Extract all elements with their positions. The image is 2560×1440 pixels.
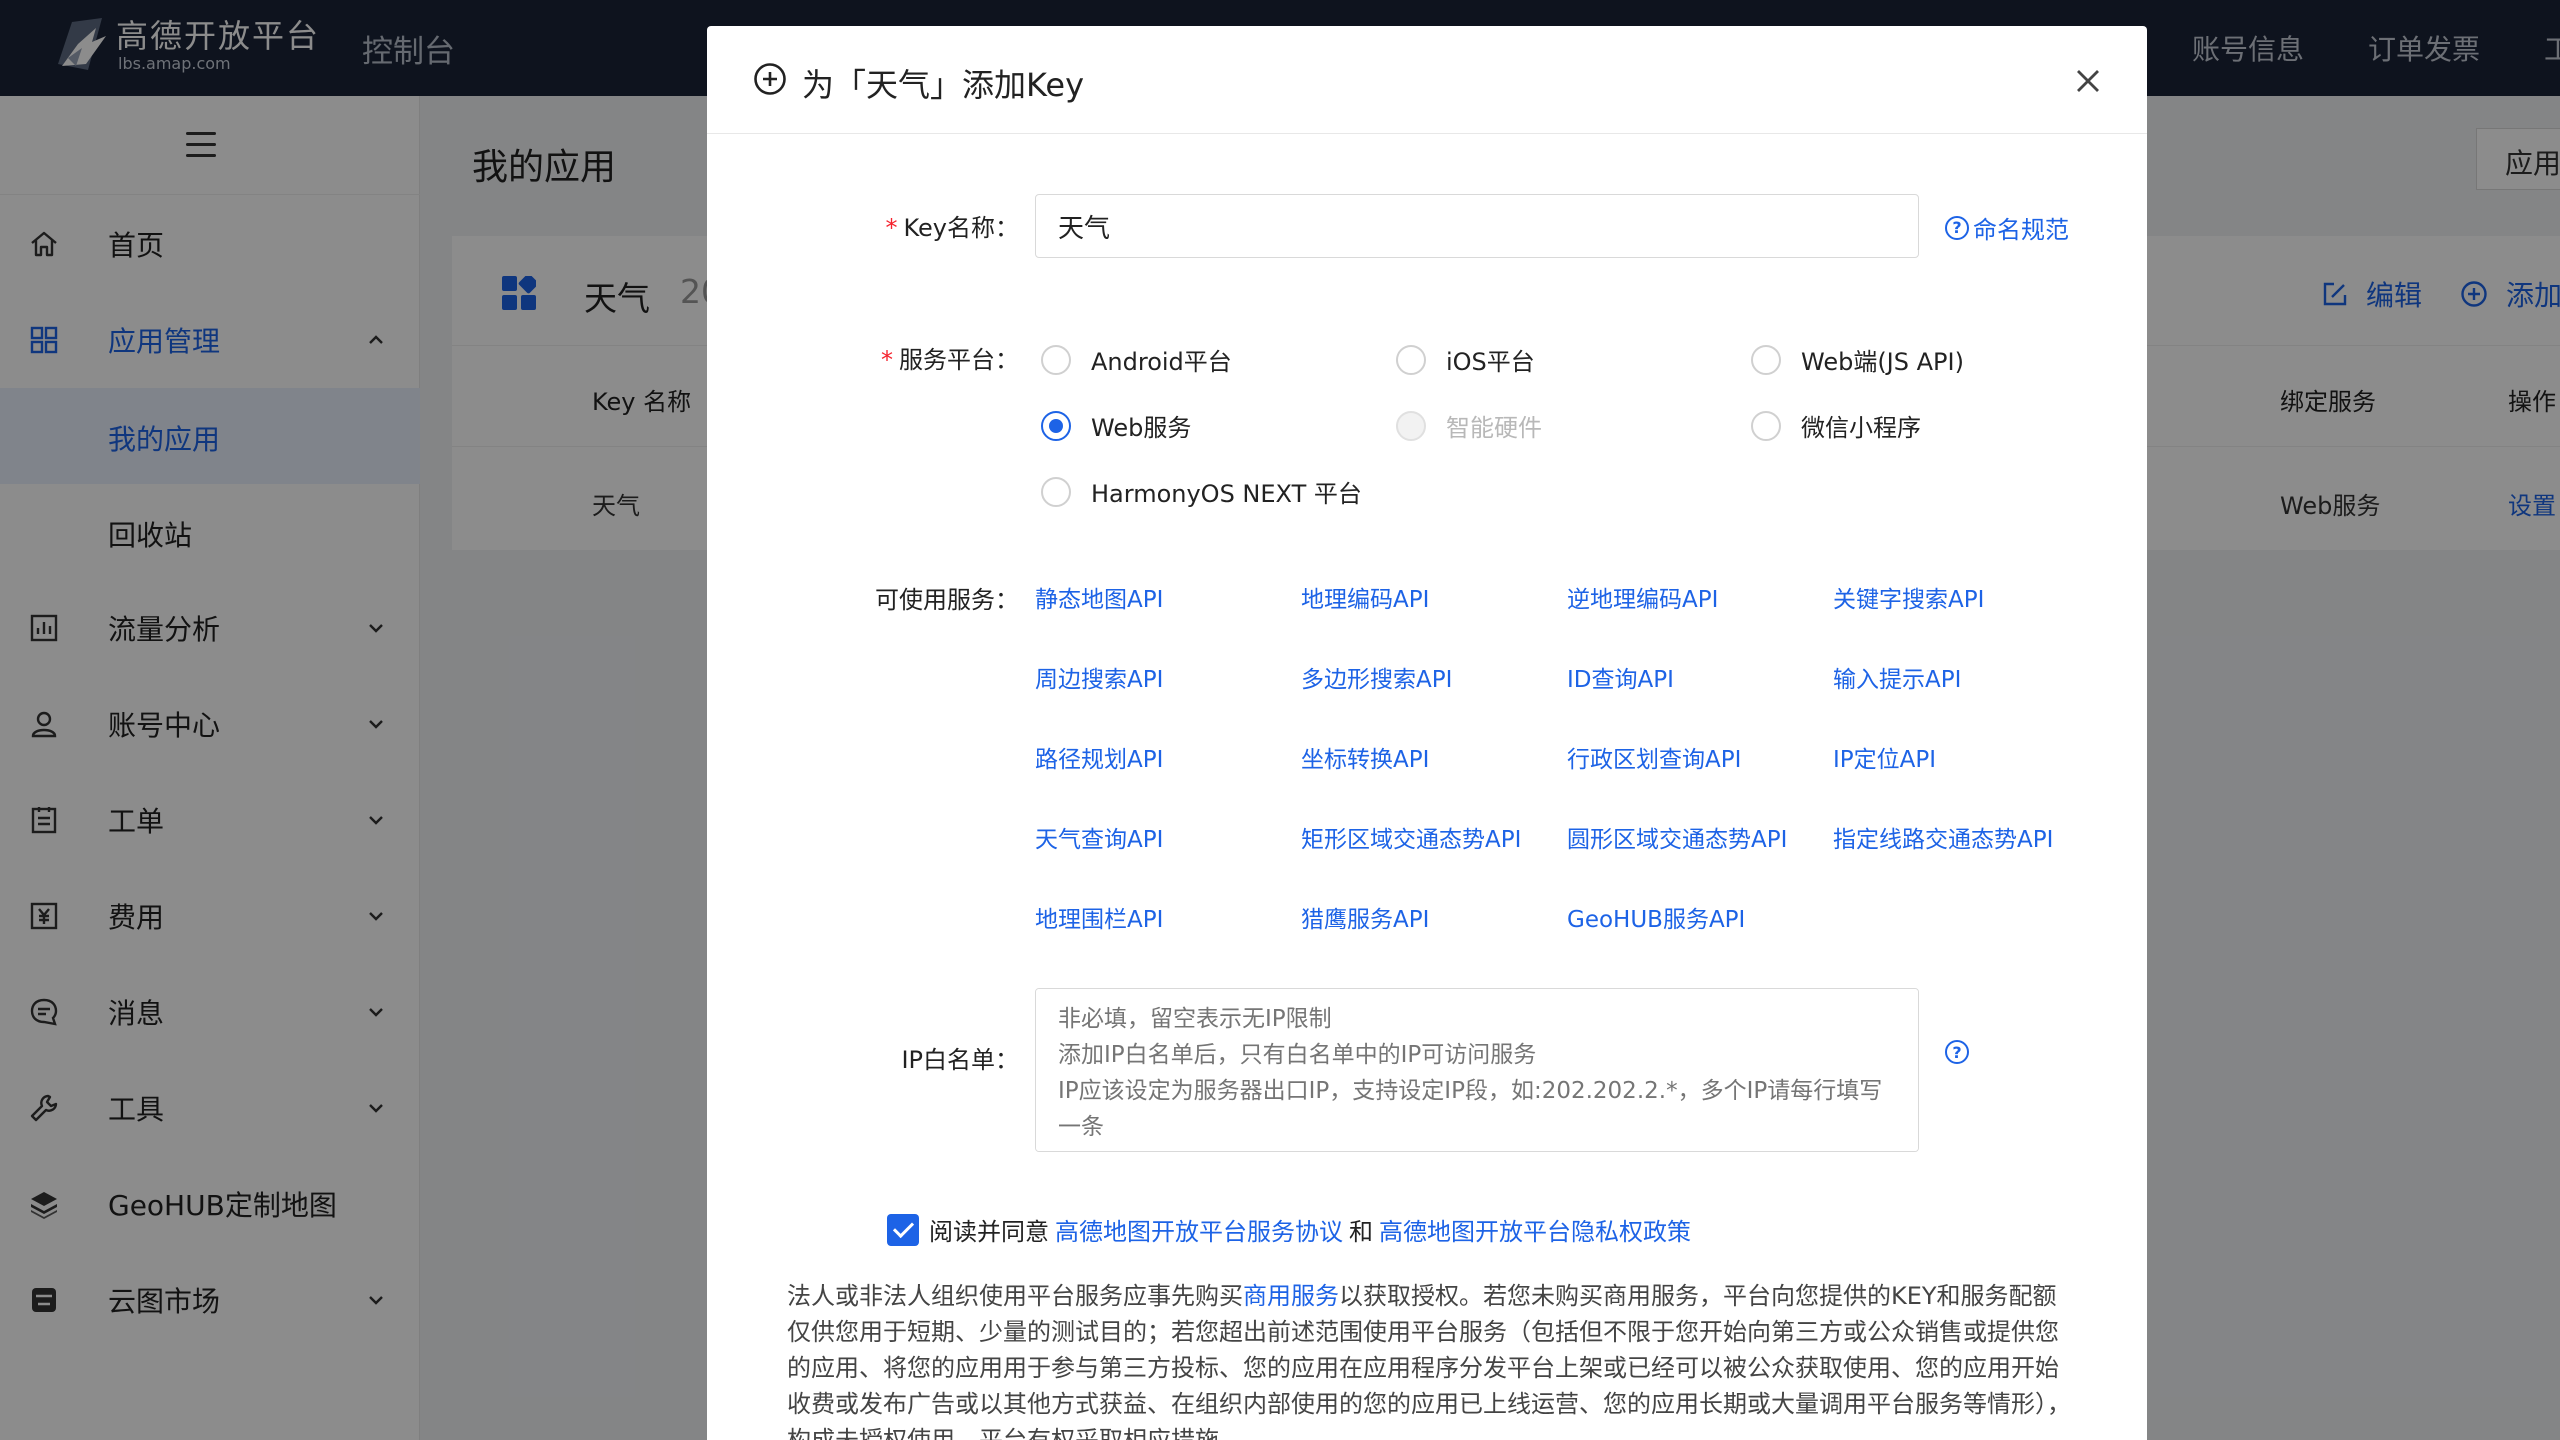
radio-smart-hardware: 智能硬件 bbox=[1396, 408, 1542, 443]
service-agreement-link[interactable]: 高德地图开放平台服务协议 bbox=[1055, 1212, 1343, 1247]
service-link[interactable]: 静态地图API bbox=[1035, 580, 1163, 614]
ip-whitelist-label: IP白名单： bbox=[901, 1046, 1019, 1074]
service-link[interactable]: ID查询API bbox=[1567, 660, 1674, 694]
service-link[interactable]: 天气查询API bbox=[1035, 820, 1163, 854]
radio-wechat-mini-program[interactable]: 微信小程序 bbox=[1751, 408, 1921, 443]
service-link[interactable]: GeoHUB服务API bbox=[1567, 900, 1745, 934]
radio-android[interactable]: Android平台 bbox=[1041, 342, 1232, 377]
radio-circle bbox=[1396, 344, 1426, 375]
radio-circle bbox=[1041, 344, 1071, 375]
radio-circle bbox=[1751, 410, 1781, 441]
platform-label: * 服务平台： bbox=[881, 346, 1019, 374]
dialog-title: 为「天气」添加Key bbox=[802, 66, 1085, 104]
service-link[interactable]: 指定线路交通态势API bbox=[1833, 820, 2053, 854]
service-link[interactable]: 输入提示API bbox=[1833, 660, 1961, 694]
service-link[interactable]: 圆形区域交通态势API bbox=[1567, 820, 1787, 854]
required-mark: * bbox=[885, 214, 898, 242]
service-link[interactable]: IP定位API bbox=[1833, 740, 1936, 774]
commercial-service-link[interactable]: 商用服务 bbox=[1243, 1282, 1339, 1310]
radio-ios[interactable]: iOS平台 bbox=[1396, 342, 1535, 377]
service-link[interactable]: 逆地理编码API bbox=[1567, 580, 1718, 614]
service-link[interactable]: 猎鹰服务API bbox=[1301, 900, 1429, 934]
add-circle-icon bbox=[754, 63, 786, 95]
radio-circle bbox=[1041, 476, 1071, 507]
service-link[interactable]: 行政区划查询API bbox=[1567, 740, 1741, 774]
radio-circle bbox=[1751, 344, 1781, 375]
radio-web-js-api[interactable]: Web端(JS API) bbox=[1751, 342, 1964, 377]
key-name-label: * Key名称： bbox=[885, 214, 1019, 242]
privacy-policy-link[interactable]: 高德地图开放平台隐私权政策 bbox=[1379, 1212, 1691, 1247]
license-notice: 法人或非法人组织使用平台服务应事先购买商用服务以获取授权。若您未购买商用服务，平… bbox=[787, 1282, 2071, 1440]
radio-circle bbox=[1041, 410, 1071, 441]
radio-harmonyos-next[interactable]: HarmonyOS NEXT 平台 bbox=[1041, 474, 1362, 509]
ip-whitelist-textarea[interactable] bbox=[1035, 988, 1919, 1152]
agreement-and: 和 bbox=[1349, 1218, 1373, 1246]
service-link[interactable]: 关键字搜索API bbox=[1833, 580, 1984, 614]
service-link[interactable]: 多边形搜索API bbox=[1301, 660, 1452, 694]
service-link[interactable]: 周边搜索API bbox=[1035, 660, 1163, 694]
required-mark: * bbox=[881, 346, 893, 374]
service-link[interactable]: 路径规划API bbox=[1035, 740, 1163, 774]
radio-circle bbox=[1396, 410, 1426, 441]
naming-rule-label: 命名规范 bbox=[1973, 216, 2069, 244]
agreement-checkbox[interactable] bbox=[887, 1213, 919, 1246]
agreement-row: 阅读并同意 高德地图开放平台服务协议 和 高德地图开放平台隐私权政策 bbox=[887, 1212, 1697, 1247]
question-circle-icon: ? bbox=[1945, 215, 1969, 240]
services-label: 可使用服务： bbox=[875, 586, 1019, 614]
close-icon[interactable] bbox=[2073, 66, 2103, 96]
key-name-input[interactable] bbox=[1035, 194, 1919, 258]
service-link[interactable]: 地理围栏API bbox=[1035, 900, 1163, 934]
add-key-dialog: 为「天气」添加Key *Key名称： ? 命名规范 *服务平台： Android… bbox=[707, 26, 2147, 1440]
question-circle-icon: ? bbox=[1945, 1040, 1969, 1064]
service-link[interactable]: 坐标转换API bbox=[1301, 740, 1429, 774]
service-link[interactable]: 地理编码API bbox=[1301, 580, 1429, 614]
ip-help-icon-button[interactable]: ? bbox=[1945, 1040, 1973, 1064]
dialog-header: 为「天气」添加Key bbox=[707, 26, 2147, 134]
naming-rule-link[interactable]: ? 命名规范 bbox=[1945, 210, 2069, 245]
radio-web-service[interactable]: Web服务 bbox=[1041, 408, 1191, 443]
service-link[interactable]: 矩形区域交通态势API bbox=[1301, 820, 1521, 854]
agreement-text: 阅读并同意 bbox=[929, 1218, 1049, 1246]
